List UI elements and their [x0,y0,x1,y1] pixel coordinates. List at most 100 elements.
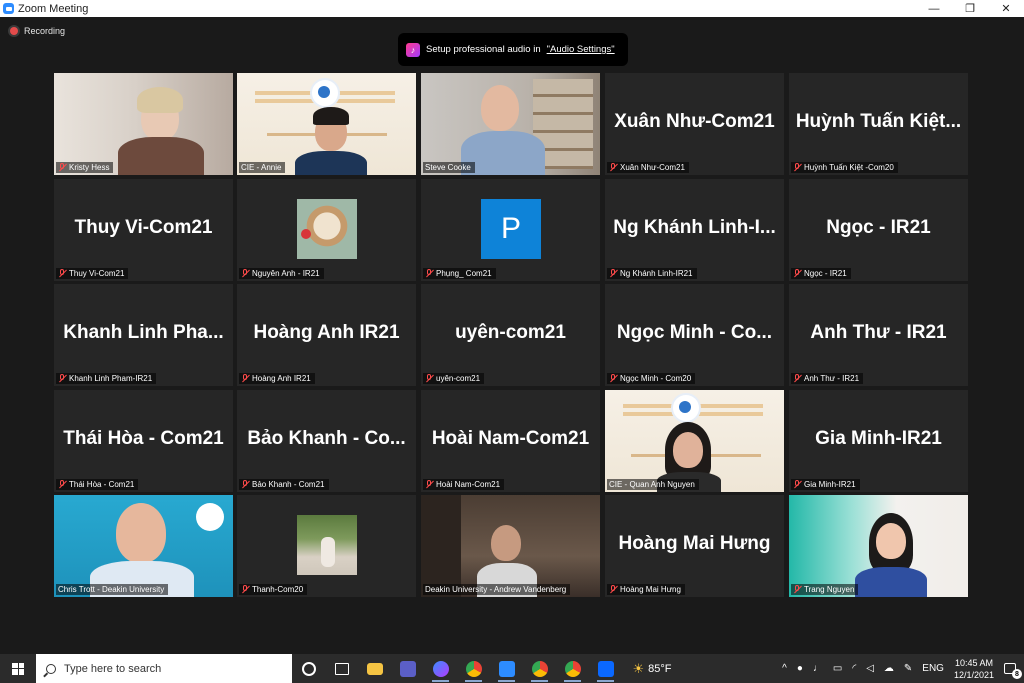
participant-tile[interactable]: Thuy Vi-Com21 Thuy Vi-Com21 [54,179,233,281]
participant-display-name: Ngọc Minh - Co... [616,322,773,344]
task-view-icon[interactable] [325,654,358,683]
start-button[interactable] [0,654,36,683]
avatar: P [481,199,541,259]
mic-muted-icon [793,480,801,489]
windows-taskbar: Type here to search ☀ 85°F ^ ● ♩ ▭ ◜ ◁ ☁… [0,654,1024,683]
participant-name-label: uyên-com21 [423,373,485,384]
mic-muted-icon [793,585,801,594]
participant-tile[interactable]: Nguyên Anh - IR21 [237,179,416,281]
participant-tile[interactable]: Gia Minh-IR21 Gia Minh-IR21 [789,390,968,492]
mic-muted-icon [609,374,617,383]
participant-tile[interactable]: Thái Hòa - Com21 Thái Hòa - Com21 [54,390,233,492]
audio-banner-text: Setup professional audio in [426,44,541,55]
participant-display-name: Hoàng Mai Hưng [618,533,771,555]
weather-widget[interactable]: ☀ 85°F [622,654,682,683]
participant-name-label: Huỳnh Tuấn Kiệt -Com20 [791,162,898,173]
chrome-icon[interactable] [457,654,490,683]
clock-date: 12/1/2021 [953,669,994,680]
wifi-icon[interactable]: ◜ [852,663,856,674]
participant-name-label: Thanh-Com20 [239,584,308,595]
participant-tile[interactable]: Chris Trott - Deakin University [54,495,233,597]
participant-tile[interactable]: Deakin University - Andrew Vandenberg [421,495,600,597]
zoom-logo-icon [3,3,14,14]
system-tray: ^ ● ♩ ▭ ◜ ◁ ☁ ✎ ENG 10:45 AM 12/1/2021 8 [782,657,1024,681]
participant-name-label: Thuy Vi-Com21 [56,268,129,279]
audio-settings-link[interactable]: "Audio Settings" [547,44,615,55]
participant-tile[interactable]: Trang Nguyen [789,495,968,597]
participant-tile[interactable]: Steve Cooke [421,73,600,175]
zoom-icon[interactable] [490,654,523,683]
participant-tile[interactable]: Hoàng Anh IR21 Hoàng Anh IR21 [237,284,416,386]
close-button[interactable]: ✕ [988,0,1024,17]
participant-display-name: Khanh Linh Pha... [63,322,224,344]
participant-tile[interactable]: Kristy Hess [54,73,233,175]
participant-name-label: Trang Nguyen [791,584,859,595]
audio-settings-banner[interactable]: ♪ Setup professional audio in "Audio Set… [398,33,628,66]
participant-tile[interactable]: Xuân Như-Com21 Xuân Như-Com21 [605,73,784,175]
chevron-up-icon[interactable]: ^ [782,663,787,674]
participant-display-name: Gia Minh-IR21 [815,428,942,450]
recording-label: Recording [24,26,66,36]
mic-muted-icon [793,163,801,172]
taskbar-search[interactable]: Type here to search [36,654,292,683]
participant-display-name: Xuân Như-Com21 [614,111,775,133]
participant-name-label: Gia Minh-IR21 [791,479,860,490]
participant-display-name: uyên-com21 [455,322,566,344]
participant-display-name: Huỳnh Tuấn Kiệt... [795,111,962,133]
notification-icon[interactable]: 8 [1004,663,1022,679]
participant-name-label: Deakin University - Andrew Vandenberg [423,584,571,595]
zalo-icon[interactable] [589,654,622,683]
participant-tile[interactable]: Ng Khánh Linh-I... Ng Khánh Linh-IR21 [605,179,784,281]
participant-display-name: Ngọc - IR21 [826,217,931,239]
participant-tile[interactable]: P Phụng_ Com21 [421,179,600,281]
messenger-icon[interactable] [424,654,457,683]
teams-icon[interactable] [391,654,424,683]
clock-time: 10:45 AM [954,657,993,668]
participant-tile[interactable]: Thanh-Com20 [237,495,416,597]
chrome-icon[interactable] [556,654,589,683]
mic-muted-icon [425,374,433,383]
recording-indicator[interactable]: Recording [10,26,65,36]
maximize-button[interactable]: ❐ [952,0,988,17]
participant-tile[interactable]: Khanh Linh Pha... Khanh Linh Pham-IR21 [54,284,233,386]
mic-muted-icon [58,163,66,172]
mic-muted-icon [793,374,801,383]
participant-tile[interactable]: Anh Thư - IR21 Anh Thư - IR21 [789,284,968,386]
participant-tile[interactable]: Hoài Nam-Com21 Hoài Nam-Com21 [421,390,600,492]
participant-tile[interactable]: uyên-com21 uyên-com21 [421,284,600,386]
participant-tile[interactable]: Hoàng Mai Hưng Hoàng Mai Hưng [605,495,784,597]
participant-tile[interactable]: Huỳnh Tuấn Kiệt... Huỳnh Tuấn Kiệt -Com2… [789,73,968,175]
participant-tile[interactable]: CIE - Quan Anh Nguyen [605,390,784,492]
participant-name-label: Kristy Hess [56,162,114,173]
mic-muted-icon [241,480,249,489]
mic-muted-icon [609,269,617,278]
mic-muted-icon [58,374,66,383]
search-placeholder: Type here to search [64,662,162,675]
weather-icon: ☀ [632,660,645,676]
windows-logo-icon [12,662,24,675]
language-indicator[interactable]: ENG [922,663,944,674]
microphone-icon[interactable]: ♩ [813,663,823,674]
file-explorer-icon[interactable] [358,654,391,683]
cortana-icon[interactable] [292,654,325,683]
pen-icon[interactable]: ✎ [904,663,912,674]
participant-tile[interactable]: CIE - Annie [237,73,416,175]
profile-picture [297,515,357,575]
participant-name-label: Phụng_ Com21 [423,268,496,279]
participant-name-label: Hoàng Anh IR21 [239,373,315,384]
battery-icon[interactable]: ▭ [833,663,842,674]
minimize-button[interactable]: — [916,0,952,17]
participant-display-name: Thuy Vi-Com21 [74,217,213,239]
chrome-icon[interactable] [523,654,556,683]
onedrive-icon[interactable]: ☁ [884,663,894,674]
participant-name-label: CIE - Annie [239,162,286,173]
participant-tile[interactable]: Bảo Khanh - Co... Bảo Khanh - Com21 [237,390,416,492]
zoom-tray-icon[interactable]: ● [797,663,803,674]
participant-tile[interactable]: Ngọc Minh - Co... Ngọc Minh - Com20 [605,284,784,386]
audio-icon: ♪ [406,42,420,57]
volume-icon[interactable]: ◁ [866,663,874,674]
clock[interactable]: 10:45 AM 12/1/2021 [954,657,994,681]
participant-name-label: Hoài Nam-Com21 [423,479,505,490]
participant-tile[interactable]: Ngọc - IR21 Ngọc - IR21 [789,179,968,281]
mic-muted-icon [241,269,249,278]
